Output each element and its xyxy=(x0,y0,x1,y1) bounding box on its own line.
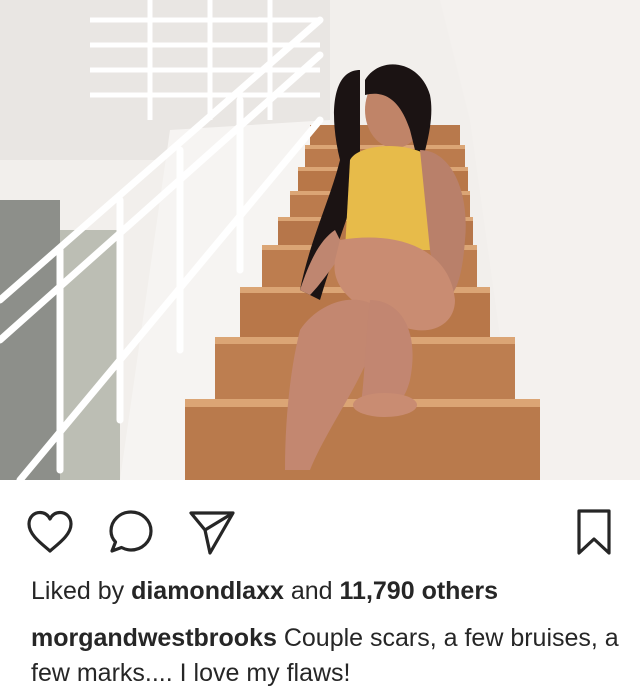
likes-prefix: Liked by xyxy=(31,577,125,605)
likes-count[interactable]: 11,790 others xyxy=(340,577,498,605)
save-button[interactable] xyxy=(570,508,618,556)
likes-conjunction: and xyxy=(290,577,333,605)
action-bar xyxy=(0,480,640,576)
post-photo[interactable] xyxy=(0,0,640,480)
liker-username[interactable]: diamondlaxx xyxy=(131,577,284,605)
instagram-post: Liked by diamondlaxx and 11,790 others m… xyxy=(0,0,640,693)
like-button[interactable] xyxy=(26,508,74,556)
share-button[interactable] xyxy=(188,508,236,556)
likes-summary: Liked by diamondlaxx and 11,790 others xyxy=(31,575,498,607)
post-photo-illustration xyxy=(0,0,640,480)
post-caption: morgandwestbrooks Couple scars, a few br… xyxy=(31,621,621,691)
caption-username[interactable]: morgandwestbrooks xyxy=(31,624,277,652)
paper-plane-icon xyxy=(189,511,235,555)
comment-button[interactable] xyxy=(107,508,155,556)
heart-icon xyxy=(27,510,73,553)
comment-bubble-icon xyxy=(109,510,153,553)
bookmark-icon xyxy=(577,509,611,555)
